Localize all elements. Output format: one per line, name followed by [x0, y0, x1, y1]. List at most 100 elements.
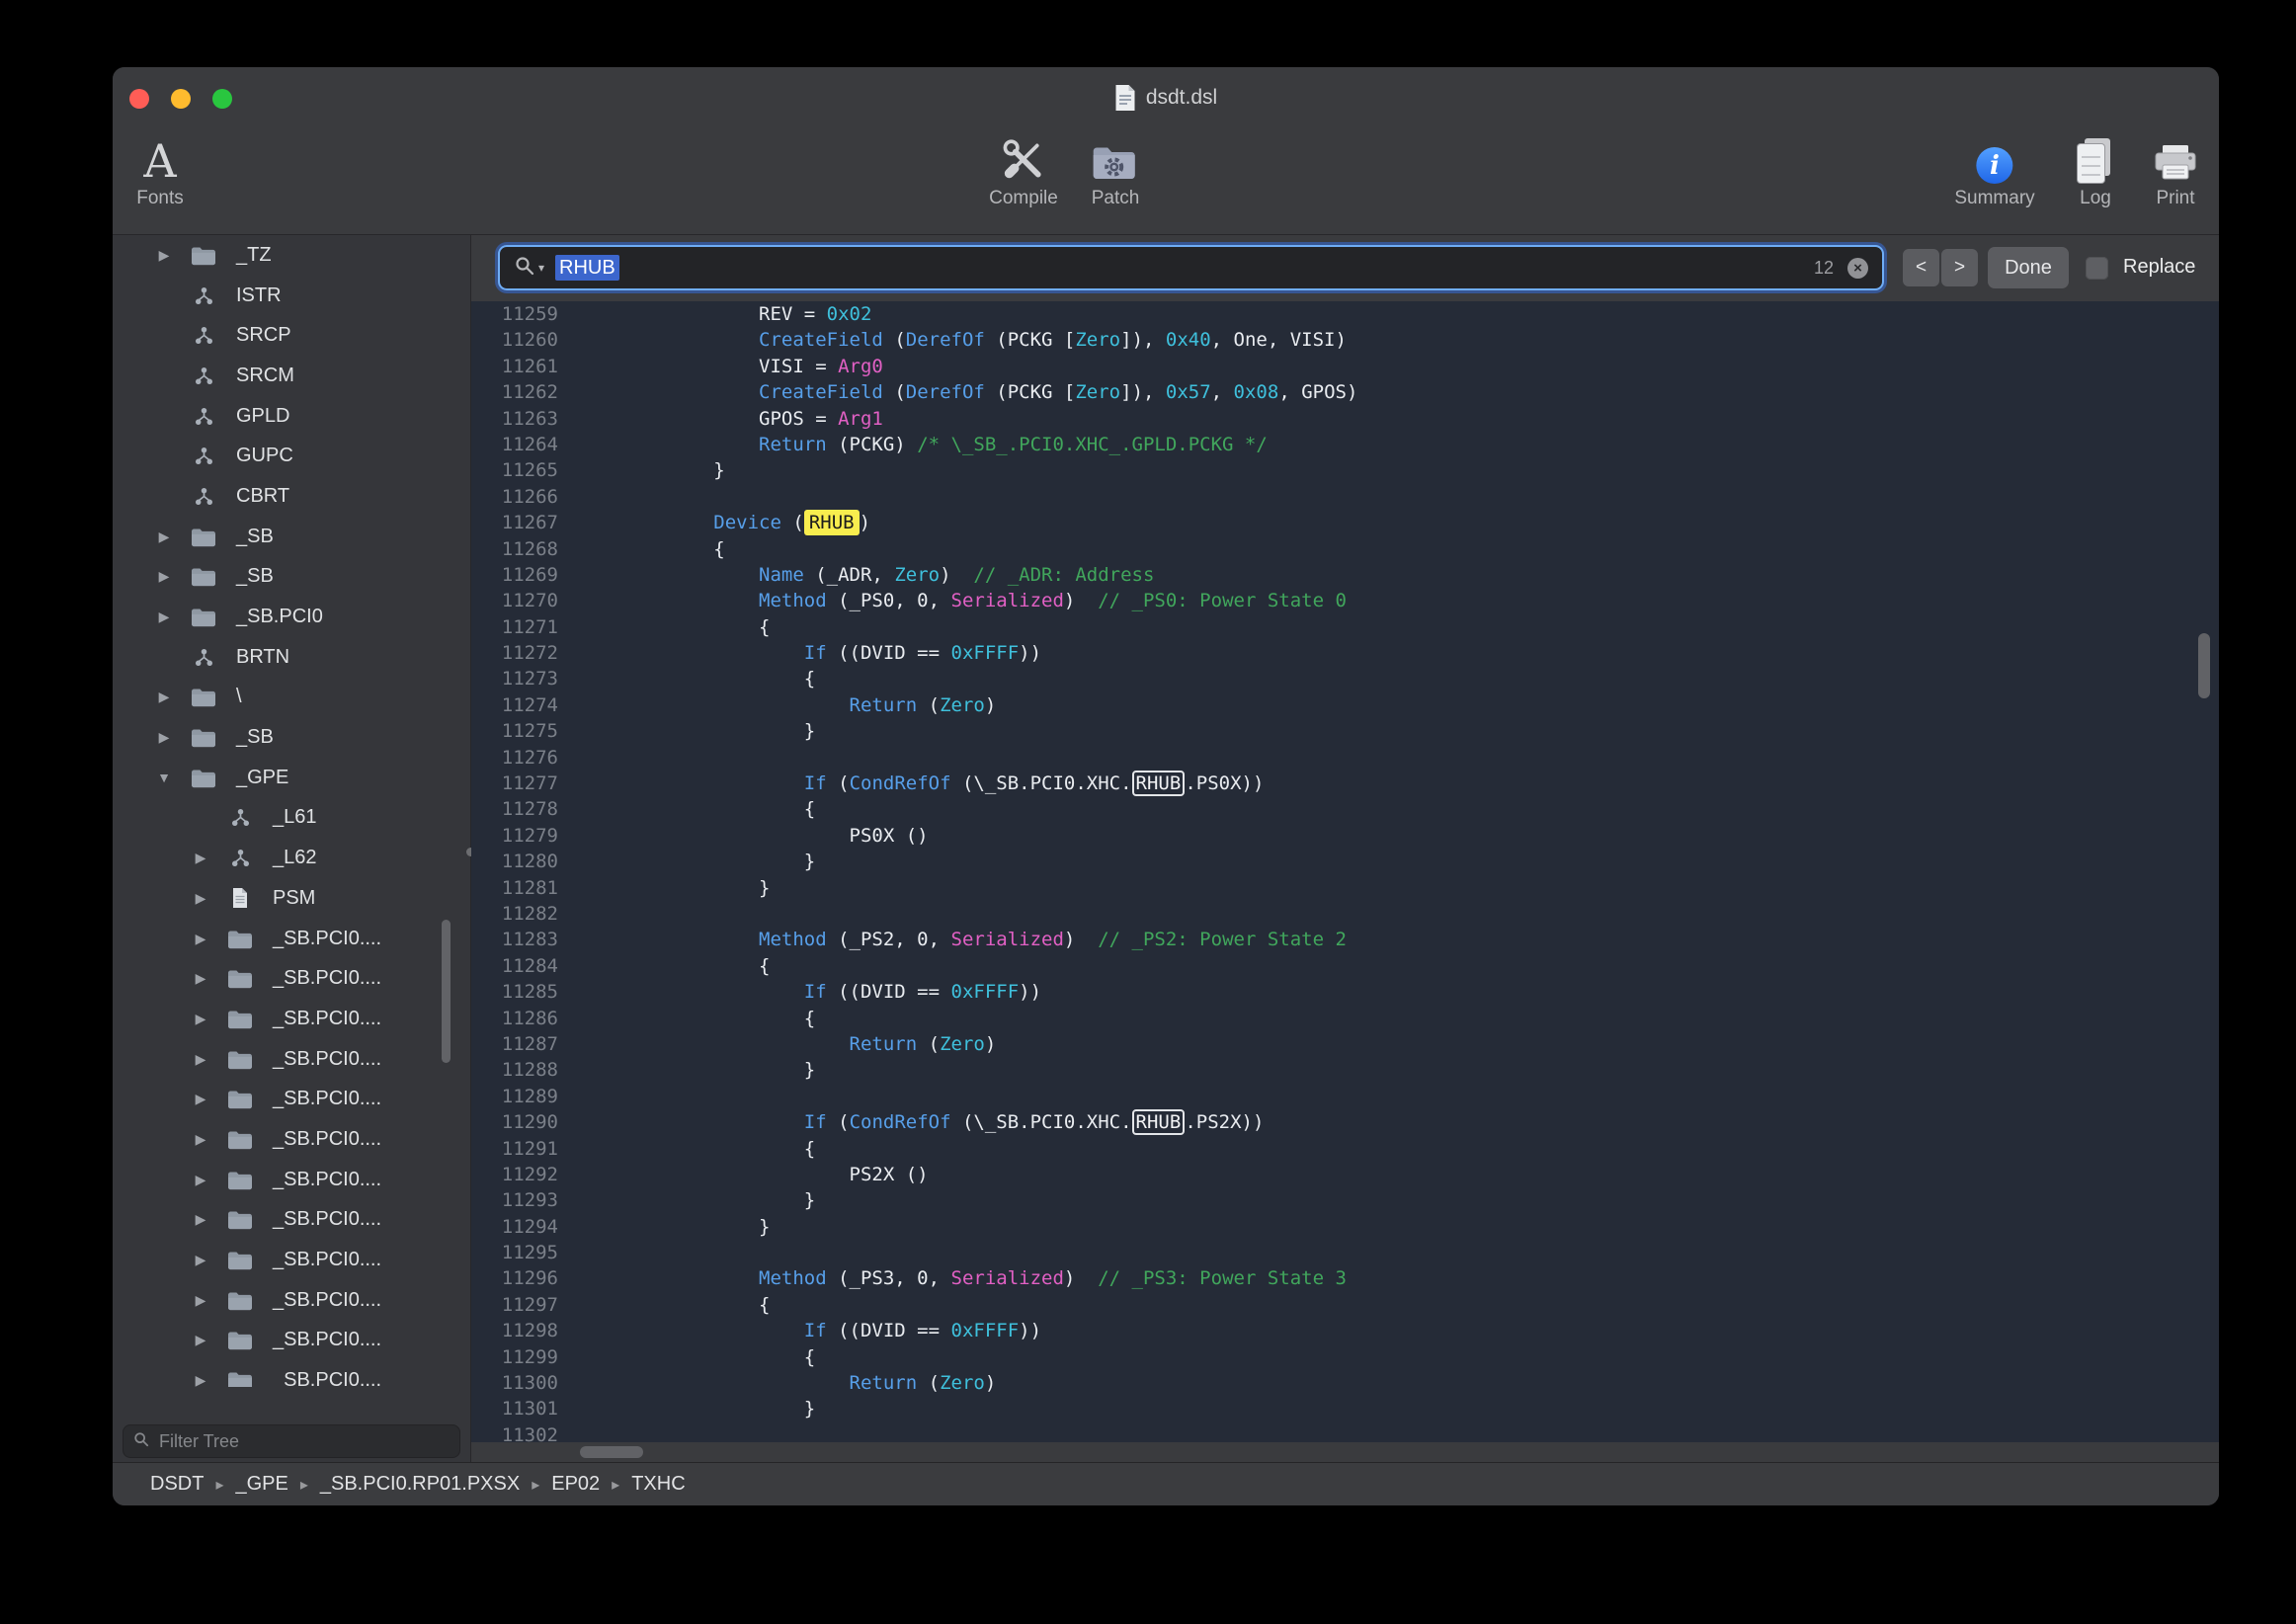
tree-item[interactable]: ▶_SB.PCI0....	[113, 1119, 470, 1160]
line-number: 11293	[471, 1187, 558, 1213]
tree-item[interactable]: GUPC	[113, 436, 470, 476]
disclosure-right-icon[interactable]: ▶	[189, 890, 212, 907]
disclosure-down-icon[interactable]: ▼	[152, 770, 176, 785]
disclosure-right-icon[interactable]: ▶	[189, 1051, 212, 1068]
tree-item[interactable]: ▶_SB	[113, 517, 470, 557]
tree-item[interactable]: ▶_SB.PCI0....	[113, 958, 470, 999]
app-window: dsdt.dsl A Fonts Compile	[113, 67, 2219, 1505]
filter-tree-field[interactable]	[123, 1424, 460, 1458]
log-button[interactable]: Log	[2078, 122, 2113, 209]
window-title: dsdt.dsl	[1146, 86, 1217, 110]
disclosure-right-icon[interactable]: ▶	[152, 528, 176, 545]
disclosure-right-icon[interactable]: ▶	[189, 1091, 212, 1107]
code-text	[558, 901, 578, 927]
disclosure-right-icon[interactable]: ▶	[189, 970, 212, 987]
chevron-down-icon[interactable]: ▾	[538, 261, 544, 275]
disclosure-right-icon[interactable]: ▶	[189, 1332, 212, 1348]
patch-button[interactable]: Patch	[1092, 122, 1140, 209]
tree-item-label: _SB.PCI0....	[273, 1369, 381, 1387]
tree-item[interactable]: ▶ _TZ	[113, 235, 470, 276]
tree-item[interactable]: SRCP	[113, 315, 470, 356]
tree-item[interactable]: ▶_SB.PCI0....	[113, 1200, 470, 1241]
tree-item[interactable]: ▶ _SB.PCI0....	[113, 1360, 470, 1387]
editor-vertical-scrollbar[interactable]	[2198, 633, 2210, 698]
filter-tree-input[interactable]	[157, 1430, 450, 1453]
disclosure-right-icon[interactable]: ▶	[189, 1131, 212, 1148]
tree-item[interactable]: ISTR	[113, 276, 470, 316]
tree-item[interactable]: ▶_SB.PCI0....	[113, 1079, 470, 1119]
find-query[interactable]: RHUB	[555, 255, 619, 281]
tree-item[interactable]: ▶_SB.PCI0....	[113, 919, 470, 959]
code-text: }	[558, 1057, 815, 1083]
disclosure-right-icon[interactable]: ▶	[189, 931, 212, 947]
breadcrumb-item[interactable]: _SB.PCI0.RP01.PXSX	[320, 1473, 520, 1496]
code-text: }	[558, 457, 725, 483]
tree-item[interactable]: ▶ _SB.PCI0....	[113, 1280, 470, 1321]
breadcrumb-item[interactable]: _GPE	[235, 1473, 287, 1496]
tree-item[interactable]: ▼_GPE	[113, 758, 470, 798]
code-text: Return (Zero)	[558, 1370, 996, 1396]
code-line: 11282	[471, 901, 2219, 927]
folder-icon	[225, 929, 255, 949]
tree-item[interactable]: ▶\	[113, 678, 470, 718]
node-icon	[225, 849, 255, 867]
disclosure-right-icon[interactable]: ▶	[152, 568, 176, 585]
tree-item[interactable]: GPLD	[113, 396, 470, 437]
find-previous-button[interactable]: <	[1903, 249, 1939, 286]
disclosure-right-icon[interactable]: ▶	[189, 1252, 212, 1268]
find-field[interactable]: ▾ RHUB 12 ×	[498, 245, 1884, 290]
breadcrumb-item[interactable]: EP02	[551, 1473, 600, 1496]
tree-item[interactable]: ▶_SB.PCI0....	[113, 1160, 470, 1200]
replace-checkbox[interactable]	[2086, 257, 2108, 280]
line-number: 11274	[471, 692, 558, 718]
line-number: 11287	[471, 1031, 558, 1057]
disclosure-right-icon[interactable]: ▶	[152, 689, 176, 705]
tree-item[interactable]: SRCM	[113, 356, 470, 396]
compile-button[interactable]: Compile	[989, 122, 1058, 209]
breadcrumb-item[interactable]: TXHC	[631, 1473, 685, 1496]
code-line: 11281 }	[471, 875, 2219, 901]
breadcrumb-item[interactable]: DSDT	[150, 1473, 204, 1496]
tree-item-label: _TZ	[236, 244, 272, 267]
done-button[interactable]: Done	[1988, 247, 2069, 288]
print-button[interactable]: Print	[2153, 122, 2198, 209]
tree-item[interactable]: ▶_SB.PCI0....	[113, 1039, 470, 1080]
code-text: }	[558, 718, 815, 744]
code-line: 11265 }	[471, 457, 2219, 483]
tree-item[interactable]: ▶_SB.PCI0....	[113, 1240, 470, 1280]
tree-item[interactable]: ▶_SB.PCI0....	[113, 999, 470, 1039]
disclosure-right-icon[interactable]: ▶	[189, 1292, 212, 1309]
info-icon: i	[1976, 147, 2012, 184]
code-text: {	[558, 614, 770, 640]
sidebar-scrollbar[interactable]	[442, 920, 451, 1063]
summary-button[interactable]: i Summary	[1954, 122, 2034, 209]
disclosure-right-icon[interactable]: ▶	[189, 1372, 212, 1387]
disclosure-right-icon[interactable]: ▶	[189, 1211, 212, 1228]
disclosure-right-icon[interactable]: ▶	[189, 850, 212, 866]
tree-item[interactable]: ▶_SB	[113, 557, 470, 598]
tree-item[interactable]: BRTN	[113, 637, 470, 678]
tree-item[interactable]: ▶_L62	[113, 838, 470, 878]
find-next-button[interactable]: >	[1941, 249, 1978, 286]
code-editor[interactable]: 11259 REV = 0x0211260 CreateField (Deref…	[471, 301, 2219, 1442]
editor-horizontal-scrollbar[interactable]	[580, 1446, 643, 1458]
tree-item-label: _SB.PCI0....	[273, 1289, 381, 1312]
line-number: 11290	[471, 1109, 558, 1135]
search-icon	[133, 1431, 149, 1452]
disclosure-right-icon[interactable]: ▶	[189, 1011, 212, 1027]
disclosure-right-icon[interactable]: ▶	[189, 1172, 212, 1188]
clear-icon[interactable]: ×	[1847, 258, 1868, 279]
disclosure-right-icon[interactable]: ▶	[152, 609, 176, 625]
code-line: 11279 PS0X ()	[471, 823, 2219, 849]
tree-item[interactable]: _L61	[113, 798, 470, 839]
code-line: 11301 }	[471, 1396, 2219, 1421]
fonts-tool[interactable]: A Fonts	[136, 122, 184, 209]
tree-item[interactable]: ▶PSM	[113, 878, 470, 919]
tree-item[interactable]: ▶_SB.PCI0	[113, 597, 470, 637]
disclosure-right-icon[interactable]: ▶	[152, 247, 176, 264]
code-text	[558, 1240, 578, 1265]
disclosure-right-icon[interactable]: ▶	[152, 729, 176, 746]
tree-item[interactable]: ▶_SB.PCI0....	[113, 1321, 470, 1361]
tree-item[interactable]: CBRT	[113, 476, 470, 517]
tree-item[interactable]: ▶_SB	[113, 717, 470, 758]
